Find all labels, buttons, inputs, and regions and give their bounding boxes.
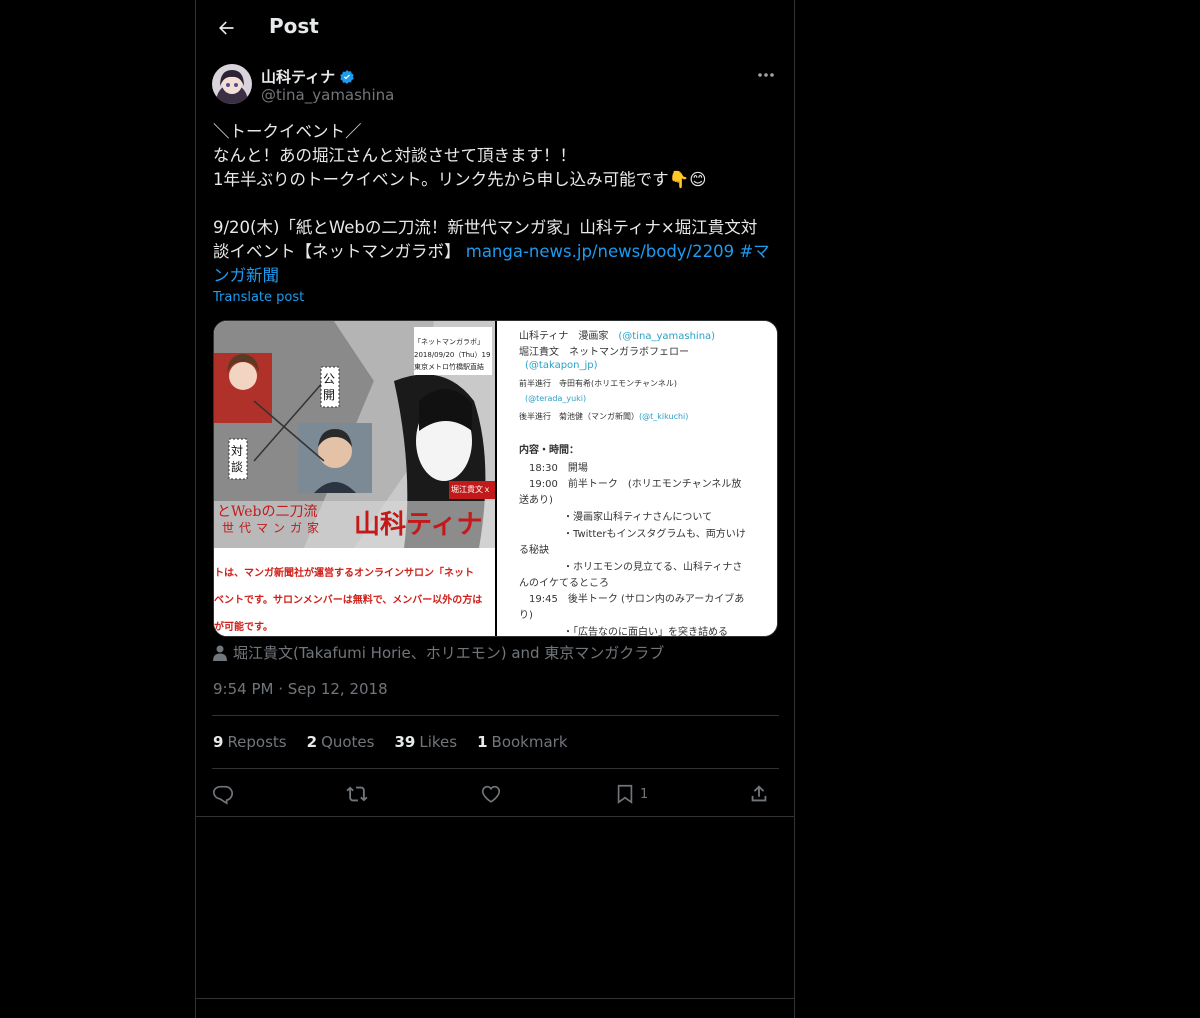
flyer-header-title: 「ネットマンガラボ」 — [414, 338, 484, 346]
detail-line: る秘訣 — [519, 545, 549, 556]
post-column: Post 山科ティナ @tina_yamashina ＼トークイベント／ なんと… — [195, 0, 795, 1018]
post-timestamp[interactable]: 9:54 PM · Sep 12, 2018 — [213, 680, 388, 698]
event-details-image[interactable]: 山科ティナ 漫画家 (@tina_yamashina) 堀江貴文 ネットマンガラ… — [497, 321, 777, 637]
more-horizontal-icon — [757, 72, 775, 78]
quotes-stat[interactable]: 2 Quotes — [307, 733, 375, 751]
likes-stat[interactable]: 39 Likes — [394, 733, 457, 751]
detail-line: 19:45 後半トーク (サロン内のみアーカイブあ — [529, 594, 745, 605]
bookmark-button[interactable]: 1 — [614, 778, 648, 810]
more-options-button[interactable] — [750, 64, 782, 86]
tagged-users-text: 堀江貴文(Takafumi Horie、ホリエモン) and 東京マンガクラブ — [233, 644, 665, 662]
flyer-vertical-public: 公開 — [323, 372, 336, 402]
reposts-stat[interactable]: 9 Reposts — [213, 733, 287, 751]
detail-line: 内容・時間： — [519, 445, 579, 456]
detail-line: ・「広告なのに面白い」を突き詰める — [563, 627, 728, 637]
reply-icon — [212, 783, 234, 805]
share-icon — [748, 783, 770, 805]
arrow-left-icon — [216, 18, 236, 38]
engagement-stats: 9 Reposts 2 Quotes 39 Likes 1 Bookmark — [213, 733, 568, 751]
event-flyer-image[interactable]: 「ネットマンガラボ」 2018/09/20（Thu）19 東京メトロ竹橋駅直結 … — [214, 321, 495, 636]
flyer-subtitle-2: 世代マンガ家 — [222, 521, 325, 535]
detail-line: 山科ティナ 漫画家 (@tina_yamashina) — [519, 331, 716, 342]
divider — [212, 715, 779, 716]
tweet-text: ＼トークイベント／ なんと！あの堀江さんと対談させて頂きます！！ 1年半ぶりのトーク… — [213, 120, 779, 288]
page-title: Post — [269, 14, 319, 38]
detail-line: (@takapon_jp) — [525, 360, 598, 371]
post-time: 9:54 PM — [213, 680, 274, 698]
tweet-line-last: 談イベント【ネットマンガラボ】 manga-news.jp/news/body/… — [213, 240, 779, 288]
tweet-author: 山科ティナ @tina_yamashina — [212, 64, 782, 108]
reply-button[interactable] — [212, 778, 234, 810]
timestamp-separator: · — [278, 680, 284, 698]
flyer-red-text-3: が可能です。 — [214, 622, 273, 633]
repost-icon — [346, 783, 368, 805]
tweet-line — [213, 192, 779, 216]
post-date: Sep 12, 2018 — [287, 680, 388, 698]
page-header: Post — [196, 0, 794, 54]
detail-line: り) — [519, 610, 533, 621]
detail-line: 送あり) — [519, 495, 553, 506]
detail-line: 後半進行 菊池健（マンガ新聞）(@t_kikuchi) — [519, 412, 689, 421]
detail-line: ・ホリエモンの見立てる、山科ティナさ — [563, 562, 743, 573]
flyer-tag: 堀江貴文ｘ — [451, 485, 491, 494]
author-handle[interactable]: @tina_yamashina — [261, 86, 394, 104]
flyer-header-venue: 東京メトロ竹橋駅直結 — [414, 363, 484, 371]
person-icon — [213, 645, 227, 661]
flyer-subtitle-1: とWebの二刀流 — [217, 504, 318, 520]
flyer-vertical-talk: 対談 — [231, 444, 244, 474]
tweet-line: 談イベント【ネットマンガラボ】 — [213, 242, 466, 261]
detail-line: んのイケてるところ — [519, 578, 609, 589]
translate-post-link[interactable]: Translate post — [213, 290, 304, 305]
detail-line: 前半進行 寺田有希(ホリエモンチャンネル) — [519, 379, 678, 388]
repost-button[interactable] — [346, 778, 368, 810]
detail-line: ・Twitterもインスタグラムも、両方いけ — [563, 529, 746, 540]
action-bar: 1 — [212, 778, 779, 810]
detail-line: 堀江貴文 ネットマンガラボフェロー — [519, 347, 689, 358]
divider — [212, 768, 779, 769]
verified-badge-icon — [339, 69, 355, 85]
bookmarks-stat[interactable]: 1 Bookmark — [477, 733, 567, 751]
detail-line: (@terada_yuki) — [525, 394, 587, 403]
heart-icon — [480, 783, 502, 805]
bookmark-count: 1 — [640, 786, 649, 802]
flyer-header-date: 2018/09/20（Thu）19 — [414, 351, 491, 359]
like-button[interactable] — [480, 778, 502, 810]
avatar[interactable] — [212, 64, 252, 104]
tweet-line: ＼トークイベント／ — [213, 122, 362, 141]
tweet-line: なんと！あの堀江さんと対談させて頂きます！！ — [213, 146, 576, 165]
media-grid[interactable]: 「ネットマンガラボ」 2018/09/20（Thu）19 東京メトロ竹橋駅直結 … — [213, 320, 778, 637]
name-row: 山科ティナ — [261, 66, 355, 87]
detail-line: ・漫画家山科ティナさんについて — [563, 512, 713, 523]
tweet-line: 9/20(木)「紙とWebの二刀流！新世代マンガ家」山科ティナ×堀江貴文対 — [213, 218, 758, 237]
bookmark-icon — [614, 783, 636, 805]
display-name[interactable]: 山科ティナ — [261, 66, 335, 87]
detail-line: 18:30 開場 — [529, 463, 588, 474]
tagged-users[interactable]: 堀江貴文(Takafumi Horie、ホリエモン) and 東京マンガクラブ — [213, 642, 664, 663]
share-button[interactable] — [748, 778, 770, 810]
divider — [196, 998, 794, 999]
tweet-line: 1年半ぶりのトークイベント。リンク先から申し込み可能です👇😊 — [213, 170, 707, 189]
divider — [196, 816, 794, 817]
flyer-big-name: 山科ティナ — [354, 510, 483, 540]
back-button[interactable] — [208, 10, 244, 46]
article-link[interactable]: manga-news.jp/news/body/2209 — [466, 242, 734, 261]
detail-line: 19:00 前半トーク (ホリエモンチャンネル放 — [529, 479, 742, 490]
flyer-red-text-1: トは、マンガ新聞社が運営するオンラインサロン「ネット — [214, 568, 474, 579]
flyer-red-text-2: ベントです。サロンメンバーは無料で、メンバー以外の方は — [214, 595, 483, 606]
